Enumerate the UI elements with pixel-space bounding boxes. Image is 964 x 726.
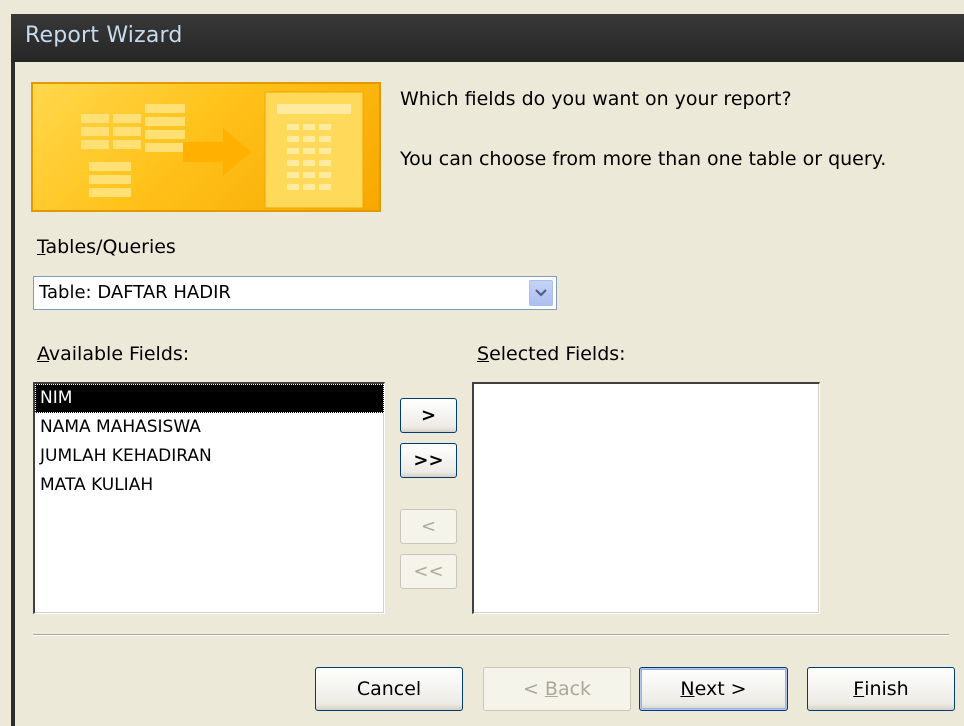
remove-all-fields-button[interactable]: << [400, 554, 457, 589]
available-fields-label: Available Fields: [37, 343, 189, 365]
tables-queries-value: Table: DAFTAR HADIR [39, 282, 231, 303]
selected-fields-label-accel: S [477, 343, 490, 365]
tables-queries-combobox[interactable]: Table: DAFTAR HADIR [33, 276, 557, 310]
add-field-button[interactable]: > [400, 398, 457, 433]
finish-button-text: inish [864, 678, 909, 700]
title-bar[interactable]: Report Wizard [11, 14, 964, 62]
wizard-hint: You can choose from more than one table … [400, 148, 887, 170]
back-button-accel: B [544, 678, 558, 700]
selected-fields-label: Selected Fields: [477, 343, 626, 365]
next-button[interactable]: Next > [639, 667, 788, 711]
back-button[interactable]: < Back [483, 667, 631, 711]
available-fields-listbox[interactable]: NIM NAMA MAHASISWA JUMLAH KEHADIRAN MATA… [33, 382, 385, 614]
footer-separator [33, 634, 949, 636]
next-button-accel: N [680, 678, 695, 700]
next-button-text: ext > [694, 678, 747, 700]
wizard-question: Which fields do you want on your report? [400, 88, 792, 110]
cancel-button[interactable]: Cancel [315, 667, 463, 711]
back-button-prefix: < [522, 678, 545, 700]
chevron-down-icon [535, 289, 547, 297]
available-field-item[interactable]: MATA KULIAH [35, 471, 384, 500]
available-fields-label-text: vailable Fields: [48, 343, 190, 365]
available-field-item[interactable]: JUMLAH KEHADIRAN [35, 442, 384, 471]
window-title: Report Wizard [25, 23, 183, 48]
available-fields-label-accel: A [37, 343, 49, 365]
finish-button[interactable]: Finish [807, 667, 955, 711]
report-wizard-dialog: Report Wizard Which fields do you want o… [0, 0, 964, 726]
finish-button-accel: F [853, 678, 865, 700]
wizard-illustration-image [31, 82, 381, 212]
available-field-item[interactable]: NAMA MAHASISWA [35, 413, 384, 442]
selected-fields-listbox[interactable] [472, 382, 820, 614]
window-frame-left [11, 62, 15, 726]
add-all-fields-button[interactable]: >> [400, 443, 457, 478]
dropdown-button[interactable] [529, 280, 553, 306]
tables-queries-label: Tables/Queries [37, 236, 176, 258]
tables-queries-label-text: ables/Queries [45, 236, 176, 258]
back-button-text: ack [557, 678, 592, 700]
selected-fields-label-text: elected Fields: [489, 343, 626, 365]
remove-field-button[interactable]: < [400, 509, 457, 544]
wizard-table-to-report-icon [81, 91, 364, 209]
available-field-item[interactable]: NIM [35, 384, 384, 413]
